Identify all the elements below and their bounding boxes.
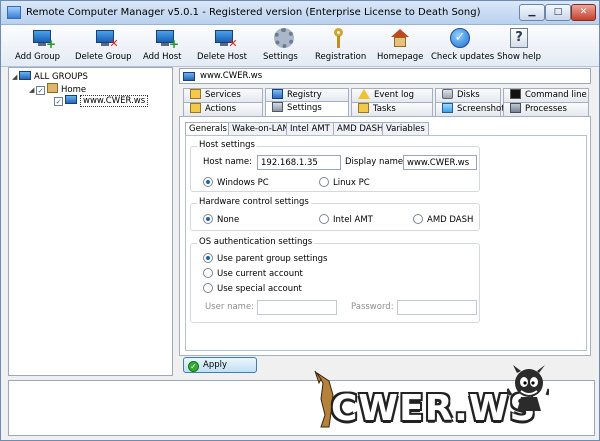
- actions-icon: [190, 103, 201, 113]
- tab-services[interactable]: Services: [183, 88, 263, 102]
- processes-icon: [510, 103, 521, 113]
- tasks-icon: [358, 103, 369, 113]
- show-help-button[interactable]: ? Show help: [497, 27, 541, 65]
- subtab-generals[interactable]: Generals: [185, 122, 231, 136]
- tab-command-line[interactable]: Command line: [503, 88, 589, 102]
- console-icon: [510, 89, 521, 99]
- display-name-input[interactable]: www.CWER.ws: [403, 155, 477, 170]
- user-name-label: User name:: [205, 302, 255, 312]
- tab-processes[interactable]: Processes: [503, 102, 589, 116]
- minimize-button[interactable]: ▁: [519, 4, 545, 21]
- radio-linux-pc[interactable]: Linux PC: [319, 177, 370, 188]
- user-name-input[interactable]: [257, 300, 337, 315]
- group-tree[interactable]: ◢ ALL GROUPS ◢ ✓ Home ✓ www.CWER.ws: [8, 67, 173, 376]
- homepage-button[interactable]: Homepage: [377, 27, 423, 65]
- screenshot-icon: [442, 103, 453, 113]
- delete-group-button[interactable]: ✕ Delete Group: [75, 27, 137, 65]
- registration-button[interactable]: Registration: [315, 27, 369, 65]
- generals-page: Host settings Host name: 192.168.1.35 Di…: [185, 135, 587, 351]
- display-name-label: Display name:: [345, 157, 407, 167]
- radio-hw-intel-amt[interactable]: Intel AMT: [319, 214, 373, 225]
- host-header: www.CWER.ws: [179, 68, 591, 84]
- radio-windows-pc[interactable]: Windows PC: [203, 177, 269, 188]
- main-window: Remote Computer Manager v5.0.1 - Registe…: [0, 0, 600, 441]
- network-icon: [19, 71, 31, 80]
- add-host-button[interactable]: + Add Host: [143, 27, 189, 65]
- host-computer-icon: [183, 72, 195, 81]
- warning-icon: [358, 89, 370, 99]
- tree-node-all-groups[interactable]: ◢ ALL GROUPS: [12, 71, 88, 82]
- subtab-variables[interactable]: Variables: [382, 122, 429, 135]
- settings-tab-page: Generals Wake-on-LAN Intel AMT AMD DASH …: [179, 116, 591, 356]
- tree-node-home[interactable]: ◢ ✓ Home: [29, 83, 86, 95]
- subtab-amd-dash[interactable]: AMD DASH: [333, 122, 388, 135]
- check-icon: ✓: [188, 361, 199, 372]
- group-checkbox[interactable]: ✓: [36, 86, 45, 95]
- tab-tasks[interactable]: Tasks: [351, 102, 433, 116]
- cat-mascot-icon: [507, 365, 549, 411]
- radio-use-special-account[interactable]: Use special account: [203, 283, 302, 294]
- key-icon: [331, 27, 353, 49]
- check-updates-button[interactable]: ✓ Check updates: [431, 27, 494, 65]
- registry-icon: [272, 89, 283, 99]
- host-settings-group: Host settings Host name: 192.168.1.35 Di…: [190, 140, 480, 192]
- host-panel: www.CWER.ws Services Registry Event log …: [175, 67, 595, 376]
- services-icon: [190, 89, 201, 99]
- hardware-control-group: Hardware control settings None Intel AMT…: [190, 197, 480, 231]
- subtab-wake-on-lan[interactable]: Wake-on-LAN: [228, 122, 293, 135]
- os-auth-group: OS authentication settings Use parent gr…: [190, 237, 480, 323]
- tab-settings[interactable]: Settings: [265, 101, 349, 116]
- password-input[interactable]: [397, 300, 477, 315]
- delete-group-icon: ✕: [95, 27, 119, 49]
- help-icon: ?: [508, 27, 530, 49]
- collapse-icon[interactable]: ◢: [29, 86, 36, 94]
- title-bar: Remote Computer Manager v5.0.1 - Registe…: [1, 1, 599, 25]
- home-group-icon: [47, 83, 58, 93]
- tab-disks[interactable]: Disks: [435, 88, 501, 102]
- home-icon: [389, 27, 411, 49]
- disk-icon: [442, 89, 453, 99]
- window-title: Remote Computer Manager v5.0.1 - Registe…: [26, 7, 481, 18]
- app-icon: [7, 6, 21, 19]
- radio-use-current-account[interactable]: Use current account: [203, 268, 303, 279]
- tools-icon: [272, 102, 283, 112]
- delete-host-button[interactable]: ✕ Delete Host: [197, 27, 253, 65]
- apply-button[interactable]: ✓ Apply: [183, 357, 257, 373]
- host-name-input[interactable]: 192.168.1.35: [257, 155, 341, 170]
- tab-actions[interactable]: Actions: [183, 102, 263, 116]
- tab-event-log[interactable]: Event log: [351, 88, 433, 102]
- gear-icon: [273, 27, 295, 49]
- collapse-icon[interactable]: ◢: [12, 73, 19, 81]
- add-host-icon: +: [155, 27, 179, 50]
- radio-hw-none[interactable]: None: [203, 214, 239, 225]
- host-name-label: Host name:: [203, 157, 253, 167]
- subtab-intel-amt[interactable]: Intel AMT: [286, 122, 334, 135]
- password-label: Password:: [351, 302, 394, 312]
- close-button[interactable]: ✕: [571, 4, 596, 21]
- check-icon: ✓: [449, 27, 471, 49]
- radio-use-parent-group[interactable]: Use parent group settings: [203, 253, 327, 264]
- tree-node-host[interactable]: ✓ www.CWER.ws: [54, 95, 149, 107]
- tab-registry[interactable]: Registry: [265, 88, 349, 102]
- add-group-icon: +: [32, 27, 56, 50]
- watermark-text: CWER.WS: [331, 388, 537, 429]
- delete-host-icon: ✕: [214, 27, 238, 49]
- tab-screenshot[interactable]: Screenshot: [435, 102, 505, 116]
- host-checkbox[interactable]: ✓: [54, 97, 63, 106]
- host-computer-icon: [65, 95, 77, 104]
- add-group-button[interactable]: + Add Group: [15, 27, 71, 65]
- watermark: CWER.WS: [314, 365, 587, 437]
- toolbar: + Add Group ✕ Delete Group + Add Host ✕ …: [1, 25, 599, 67]
- radio-hw-amd-dash[interactable]: AMD DASH: [413, 214, 473, 225]
- settings-button[interactable]: Settings: [263, 27, 305, 65]
- maximize-button[interactable]: □: [545, 4, 571, 21]
